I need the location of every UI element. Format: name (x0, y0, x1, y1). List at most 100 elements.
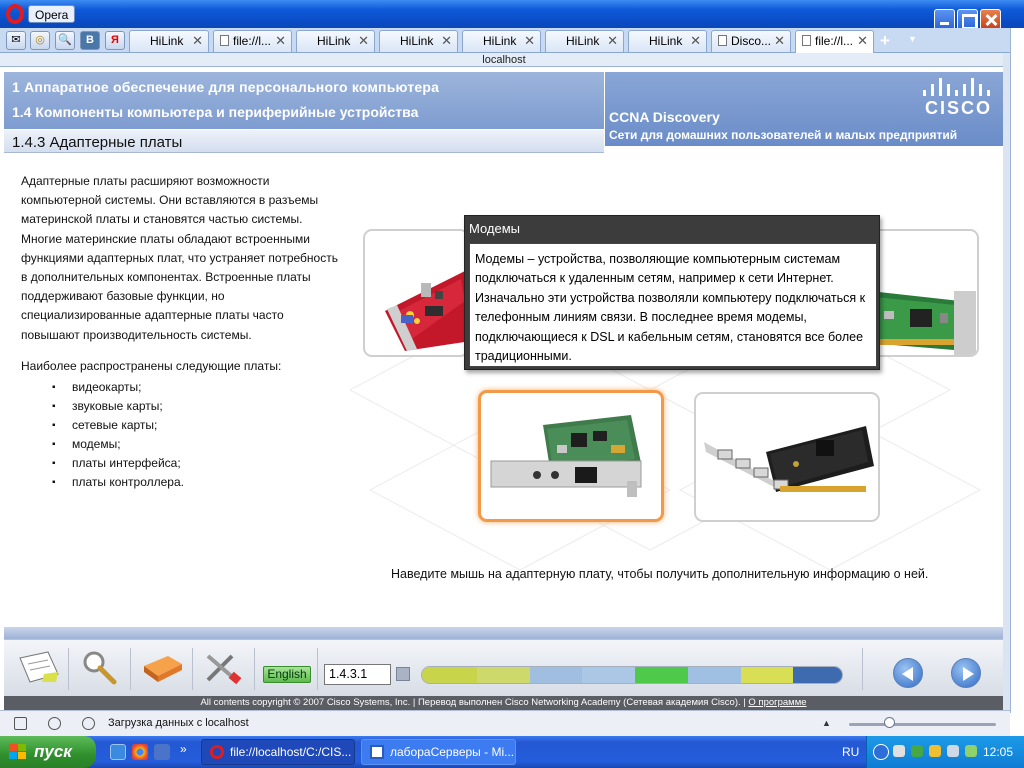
page-number-input[interactable]: 1.4.3.1 (324, 664, 391, 685)
tray-security-icon[interactable] (911, 745, 923, 757)
cisco-logo-icon (923, 76, 993, 96)
close-tab-icon[interactable]: ✕ (275, 31, 286, 51)
language-indicator[interactable]: RU (842, 745, 859, 759)
tab-file-1[interactable]: file://l... ✕ (213, 30, 292, 52)
progress-segment[interactable] (422, 667, 477, 683)
start-button[interactable]: пуск (0, 736, 96, 768)
divider (192, 648, 193, 690)
opera-sync-icon[interactable]: ◎ (30, 31, 50, 50)
taskbar-item-word[interactable]: лабораСерверы - Mi... (361, 739, 516, 765)
card-list: видеокарты; звуковые карты; сетевые карт… (52, 378, 184, 492)
media-icon[interactable] (154, 744, 170, 760)
close-tab-icon[interactable]: ✕ (358, 31, 369, 51)
zoom-slider[interactable] (849, 723, 996, 726)
new-tab-icon[interactable]: + (880, 31, 890, 51)
tray-app-icon[interactable] (929, 745, 941, 757)
network-card-image[interactable] (868, 229, 979, 357)
speed-dial-icon[interactable] (82, 717, 95, 730)
progress-segment[interactable] (688, 667, 741, 683)
cloud-icon[interactable] (48, 717, 61, 730)
page-title-bar: 1.4.3 Адаптерные платы (4, 129, 604, 153)
popup-text: Модемы – устройства, позволяющие компьют… (469, 243, 877, 367)
opera-logo-icon[interactable] (6, 4, 24, 24)
tab-discovery[interactable]: Disco... ✕ (711, 30, 791, 52)
tab-hilink-3[interactable]: HiLink ✕ (379, 30, 458, 52)
ie-icon[interactable] (110, 744, 126, 760)
tray-network-icon[interactable] (893, 745, 905, 757)
notes-icon[interactable] (14, 648, 64, 688)
page-title: 1.4.3 Адаптерные платы (12, 134, 183, 151)
close-tab-icon[interactable]: ✕ (192, 31, 203, 51)
zoom-up-icon[interactable]: ▲ (822, 718, 831, 728)
usb-controller-card-image[interactable] (694, 392, 880, 522)
page-scroll-gutter[interactable] (1003, 53, 1010, 713)
course-subtitle: Сети для домашних пользователей и малых … (609, 128, 958, 142)
tab-label: HiLink (649, 34, 683, 48)
divider (254, 648, 255, 690)
progress-segment[interactable] (635, 667, 688, 683)
course-progress-bar[interactable] (421, 666, 843, 684)
taskbar-item-opera[interactable]: file://localhost/C:/CIS... (201, 739, 355, 765)
opera-menu-button[interactable]: Opera (28, 5, 76, 23)
tab-label: file://l... (815, 34, 854, 48)
close-tab-icon[interactable]: ✕ (441, 31, 452, 51)
divider (130, 648, 131, 690)
close-button[interactable] (980, 9, 1001, 30)
status-bar: Загрузка данных с localhost ▲ (0, 710, 1010, 736)
clock: 12:05 (983, 745, 1014, 759)
tools-icon[interactable] (200, 648, 250, 688)
progress-segment[interactable] (477, 667, 530, 683)
minimize-button[interactable] (934, 9, 955, 30)
close-tab-icon[interactable]: ✕ (690, 31, 701, 51)
tab-hilink-6[interactable]: HiLink ✕ (628, 30, 707, 52)
card-list-title: Наиболее распространены следующие платы: (21, 359, 282, 373)
about-link[interactable]: О программе (748, 697, 806, 708)
progress-segment[interactable] (530, 667, 582, 683)
course-header: 1 Аппаратное обеспечение для персонально… (4, 72, 1003, 146)
tab-bar: ✉ ◎ 🔍 В Я HiLink ✕ file://l... ✕ HiLink ✕ H… (0, 28, 1010, 53)
search-icon[interactable]: 🔍 (55, 31, 75, 50)
video-card-image[interactable] (363, 229, 469, 357)
tab-label: Disco... (731, 34, 772, 48)
progress-segment[interactable] (582, 667, 635, 683)
close-tab-icon[interactable]: ✕ (857, 31, 868, 51)
quick-launch-more-icon[interactable]: » (180, 742, 187, 756)
close-tab-icon[interactable]: ✕ (607, 31, 618, 51)
mail-icon[interactable]: ✉ (6, 31, 26, 50)
address-bar[interactable]: localhost (0, 53, 1008, 67)
zoom-slider-thumb[interactable] (884, 717, 895, 728)
list-item: сетевые карты; (52, 416, 184, 435)
tab-label: HiLink (566, 34, 600, 48)
progress-segment[interactable] (741, 667, 793, 683)
tab-hilink-2[interactable]: HiLink ✕ (296, 30, 375, 52)
panel-toggle-icon[interactable] (14, 717, 27, 730)
word-icon (370, 745, 384, 759)
nav-strip (4, 627, 1003, 639)
yandex-icon[interactable]: Я (105, 31, 125, 50)
modem-card-image[interactable] (478, 390, 664, 522)
progress-segment[interactable] (793, 667, 842, 683)
tab-hilink-5[interactable]: HiLink ✕ (545, 30, 624, 52)
next-page-button[interactable] (951, 658, 981, 688)
previous-page-button[interactable] (893, 658, 923, 688)
close-tab-icon[interactable]: ✕ (774, 31, 785, 51)
search-icon[interactable] (76, 648, 126, 688)
language-button[interactable]: English (263, 666, 311, 683)
copyright-bar: All contents copyright © 2007 Cisco Syst… (4, 696, 1003, 710)
tab-hilink-1[interactable]: HiLink ✕ (129, 30, 209, 52)
tab-hilink-4[interactable]: HiLink ✕ (462, 30, 541, 52)
close-tab-icon[interactable]: ✕ (524, 31, 535, 51)
list-item: платы интерфейса; (52, 454, 184, 473)
background-window (1010, 28, 1024, 713)
tab-menu-chevron-icon[interactable]: ▼ (908, 34, 917, 44)
chrome-icon[interactable] (132, 744, 148, 760)
taskbar: пуск » file://localhost/C:/CIS... лабора… (0, 736, 1024, 768)
maximize-button[interactable] (957, 9, 978, 30)
glossary-book-icon[interactable] (138, 648, 188, 688)
tray-update-icon[interactable] (965, 745, 977, 757)
tray-volume-icon[interactable] (947, 745, 959, 757)
tray-expand-icon[interactable] (873, 744, 889, 760)
go-to-page-button[interactable] (396, 667, 410, 681)
vk-icon[interactable]: В (80, 31, 100, 50)
tab-file-active[interactable]: file://l... ✕ (795, 30, 874, 53)
